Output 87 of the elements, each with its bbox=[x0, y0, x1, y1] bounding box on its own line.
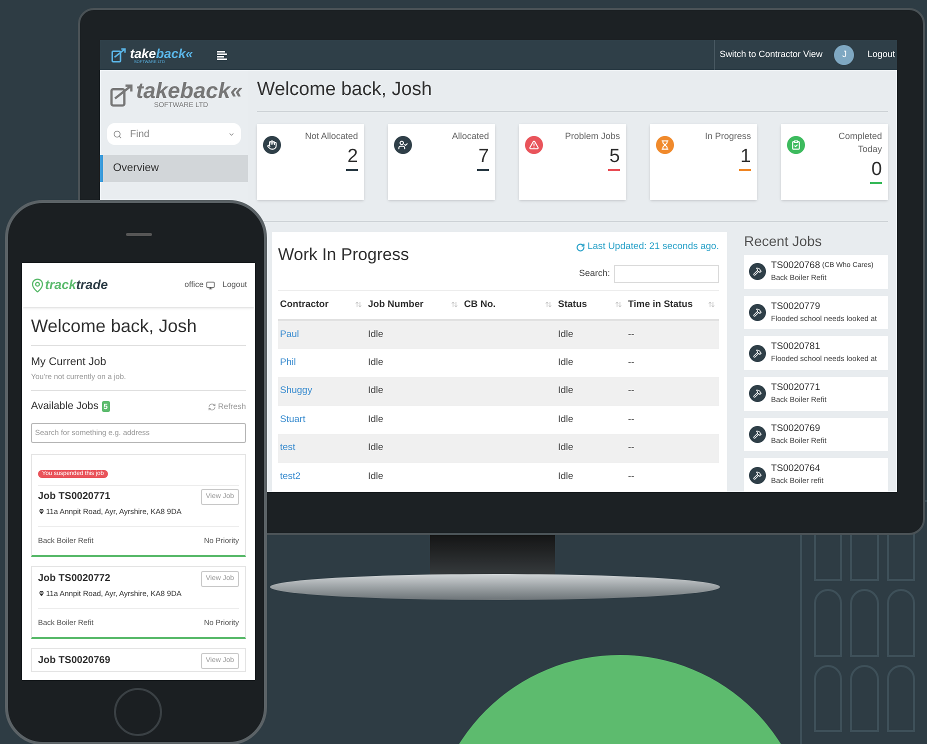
job-number: TS0020764 bbox=[770, 463, 820, 476]
table-cell: Idle bbox=[366, 320, 462, 348]
recent-jobs-heading: Recent Jobs bbox=[744, 234, 823, 248]
job-number: TS0020769 bbox=[770, 422, 820, 435]
refresh-icon bbox=[208, 402, 216, 411]
table-cell: Idle bbox=[556, 406, 626, 434]
column-header[interactable]: CB No. bbox=[462, 290, 556, 320]
hammer-icon bbox=[748, 385, 766, 402]
job-number: TS0020768 bbox=[770, 260, 820, 272]
table-search-field[interactable] bbox=[614, 264, 719, 282]
hammer-icon bbox=[748, 426, 766, 444]
sort-icon bbox=[355, 301, 362, 308]
table-cell: Idle bbox=[366, 348, 462, 377]
hammer-icon bbox=[748, 263, 766, 280]
location-pin-icon bbox=[30, 278, 45, 292]
table-cell: -- bbox=[626, 434, 719, 462]
table-cell: -- bbox=[626, 406, 719, 434]
office-link[interactable]: office bbox=[184, 279, 215, 291]
hammer-icon bbox=[748, 466, 766, 484]
stat-card[interactable]: Allocated 7 bbox=[388, 124, 495, 200]
table-cell: Idle bbox=[556, 434, 626, 462]
table-cell: Idle bbox=[556, 320, 626, 348]
stat-card[interactable]: Completed Today 0 bbox=[781, 124, 888, 200]
logout-link[interactable]: Logout bbox=[867, 48, 895, 62]
tracktrade-logo: tracktrade bbox=[45, 276, 108, 294]
logo-text: takeback« bbox=[136, 80, 242, 102]
column-header[interactable]: Contractor bbox=[278, 290, 366, 320]
hammer-icon bbox=[748, 344, 766, 362]
logout-link[interactable]: Logout bbox=[222, 279, 247, 291]
available-jobs-heading: Available Jobs bbox=[31, 398, 99, 414]
job-number: TS0020779 bbox=[770, 300, 820, 312]
table-cell: Idle bbox=[366, 434, 462, 462]
refresh-icon[interactable] bbox=[576, 242, 586, 252]
stat-label: Allocated bbox=[450, 130, 489, 143]
table-cell: Idle bbox=[366, 406, 462, 434]
sort-icon bbox=[545, 301, 552, 308]
stat-card[interactable]: Not Allocated 2 bbox=[257, 124, 364, 200]
stat-value: 5 bbox=[609, 147, 620, 166]
location-pin-icon bbox=[38, 590, 45, 598]
search-icon bbox=[113, 130, 122, 138]
table-cell: Idle bbox=[366, 377, 462, 406]
menu-icon[interactable] bbox=[216, 50, 227, 60]
stat-value: 2 bbox=[347, 147, 358, 166]
table-cell: Idle bbox=[556, 348, 626, 377]
stat-label: In Progress bbox=[704, 130, 751, 143]
panel-title: Work In Progress bbox=[278, 244, 410, 266]
tablet-arrow-icon bbox=[110, 47, 128, 63]
stat-label: Problem Jobs bbox=[564, 130, 620, 143]
stat-value: 1 bbox=[740, 147, 751, 166]
find-field[interactable]: Find bbox=[107, 123, 241, 145]
job-title: Job TS0020772 bbox=[38, 572, 110, 586]
table-cell: -- bbox=[626, 377, 719, 406]
table-cell: Idle bbox=[556, 377, 626, 406]
sort-icon bbox=[708, 301, 715, 308]
search-label: Search: bbox=[578, 266, 610, 280]
job-title: Job TS0020771 bbox=[38, 490, 110, 504]
hammer-icon bbox=[748, 304, 766, 321]
welcome-heading: Welcome back, Josh bbox=[257, 80, 433, 99]
column-header[interactable]: Status bbox=[556, 290, 626, 320]
location-pin-icon bbox=[38, 508, 45, 516]
stat-label: Not Allocated bbox=[304, 130, 358, 143]
column-header[interactable]: Time in Status bbox=[626, 290, 719, 320]
sort-icon bbox=[615, 301, 622, 308]
contractor-link[interactable]: Phil bbox=[278, 348, 366, 377]
switch-view-link[interactable]: Switch to Contractor View bbox=[714, 40, 822, 70]
welcome-heading: Welcome back, Josh bbox=[31, 317, 198, 335]
logo-text: takeback« bbox=[130, 46, 193, 60]
phone-speaker bbox=[126, 233, 152, 236]
stat-card[interactable]: Problem Jobs 5 bbox=[519, 124, 626, 200]
monitor-icon bbox=[206, 280, 215, 290]
sidebar-item[interactable]: Overview bbox=[100, 155, 248, 182]
job-number: TS0020771 bbox=[770, 382, 820, 394]
table-cell: -- bbox=[626, 320, 719, 348]
stat-card[interactable]: In Progress 1 bbox=[650, 124, 757, 200]
stat-value: 0 bbox=[871, 160, 882, 179]
current-job-heading: My Current Job bbox=[31, 355, 108, 370]
table-cell: -- bbox=[626, 348, 719, 377]
contractor-link[interactable]: Stuart bbox=[278, 406, 366, 434]
stat-value: 7 bbox=[478, 147, 489, 166]
job-number: TS0020781 bbox=[770, 341, 820, 354]
column-header[interactable]: Job Number bbox=[366, 290, 462, 320]
job-title: Job TS0020769 bbox=[38, 654, 110, 668]
sort-icon bbox=[451, 301, 458, 308]
home-button[interactable] bbox=[114, 688, 162, 736]
caret-icon bbox=[228, 130, 235, 138]
last-updated-text: Last Updated: 21 seconds ago. bbox=[587, 240, 719, 254]
stat-label: Completed Today bbox=[837, 130, 882, 156]
